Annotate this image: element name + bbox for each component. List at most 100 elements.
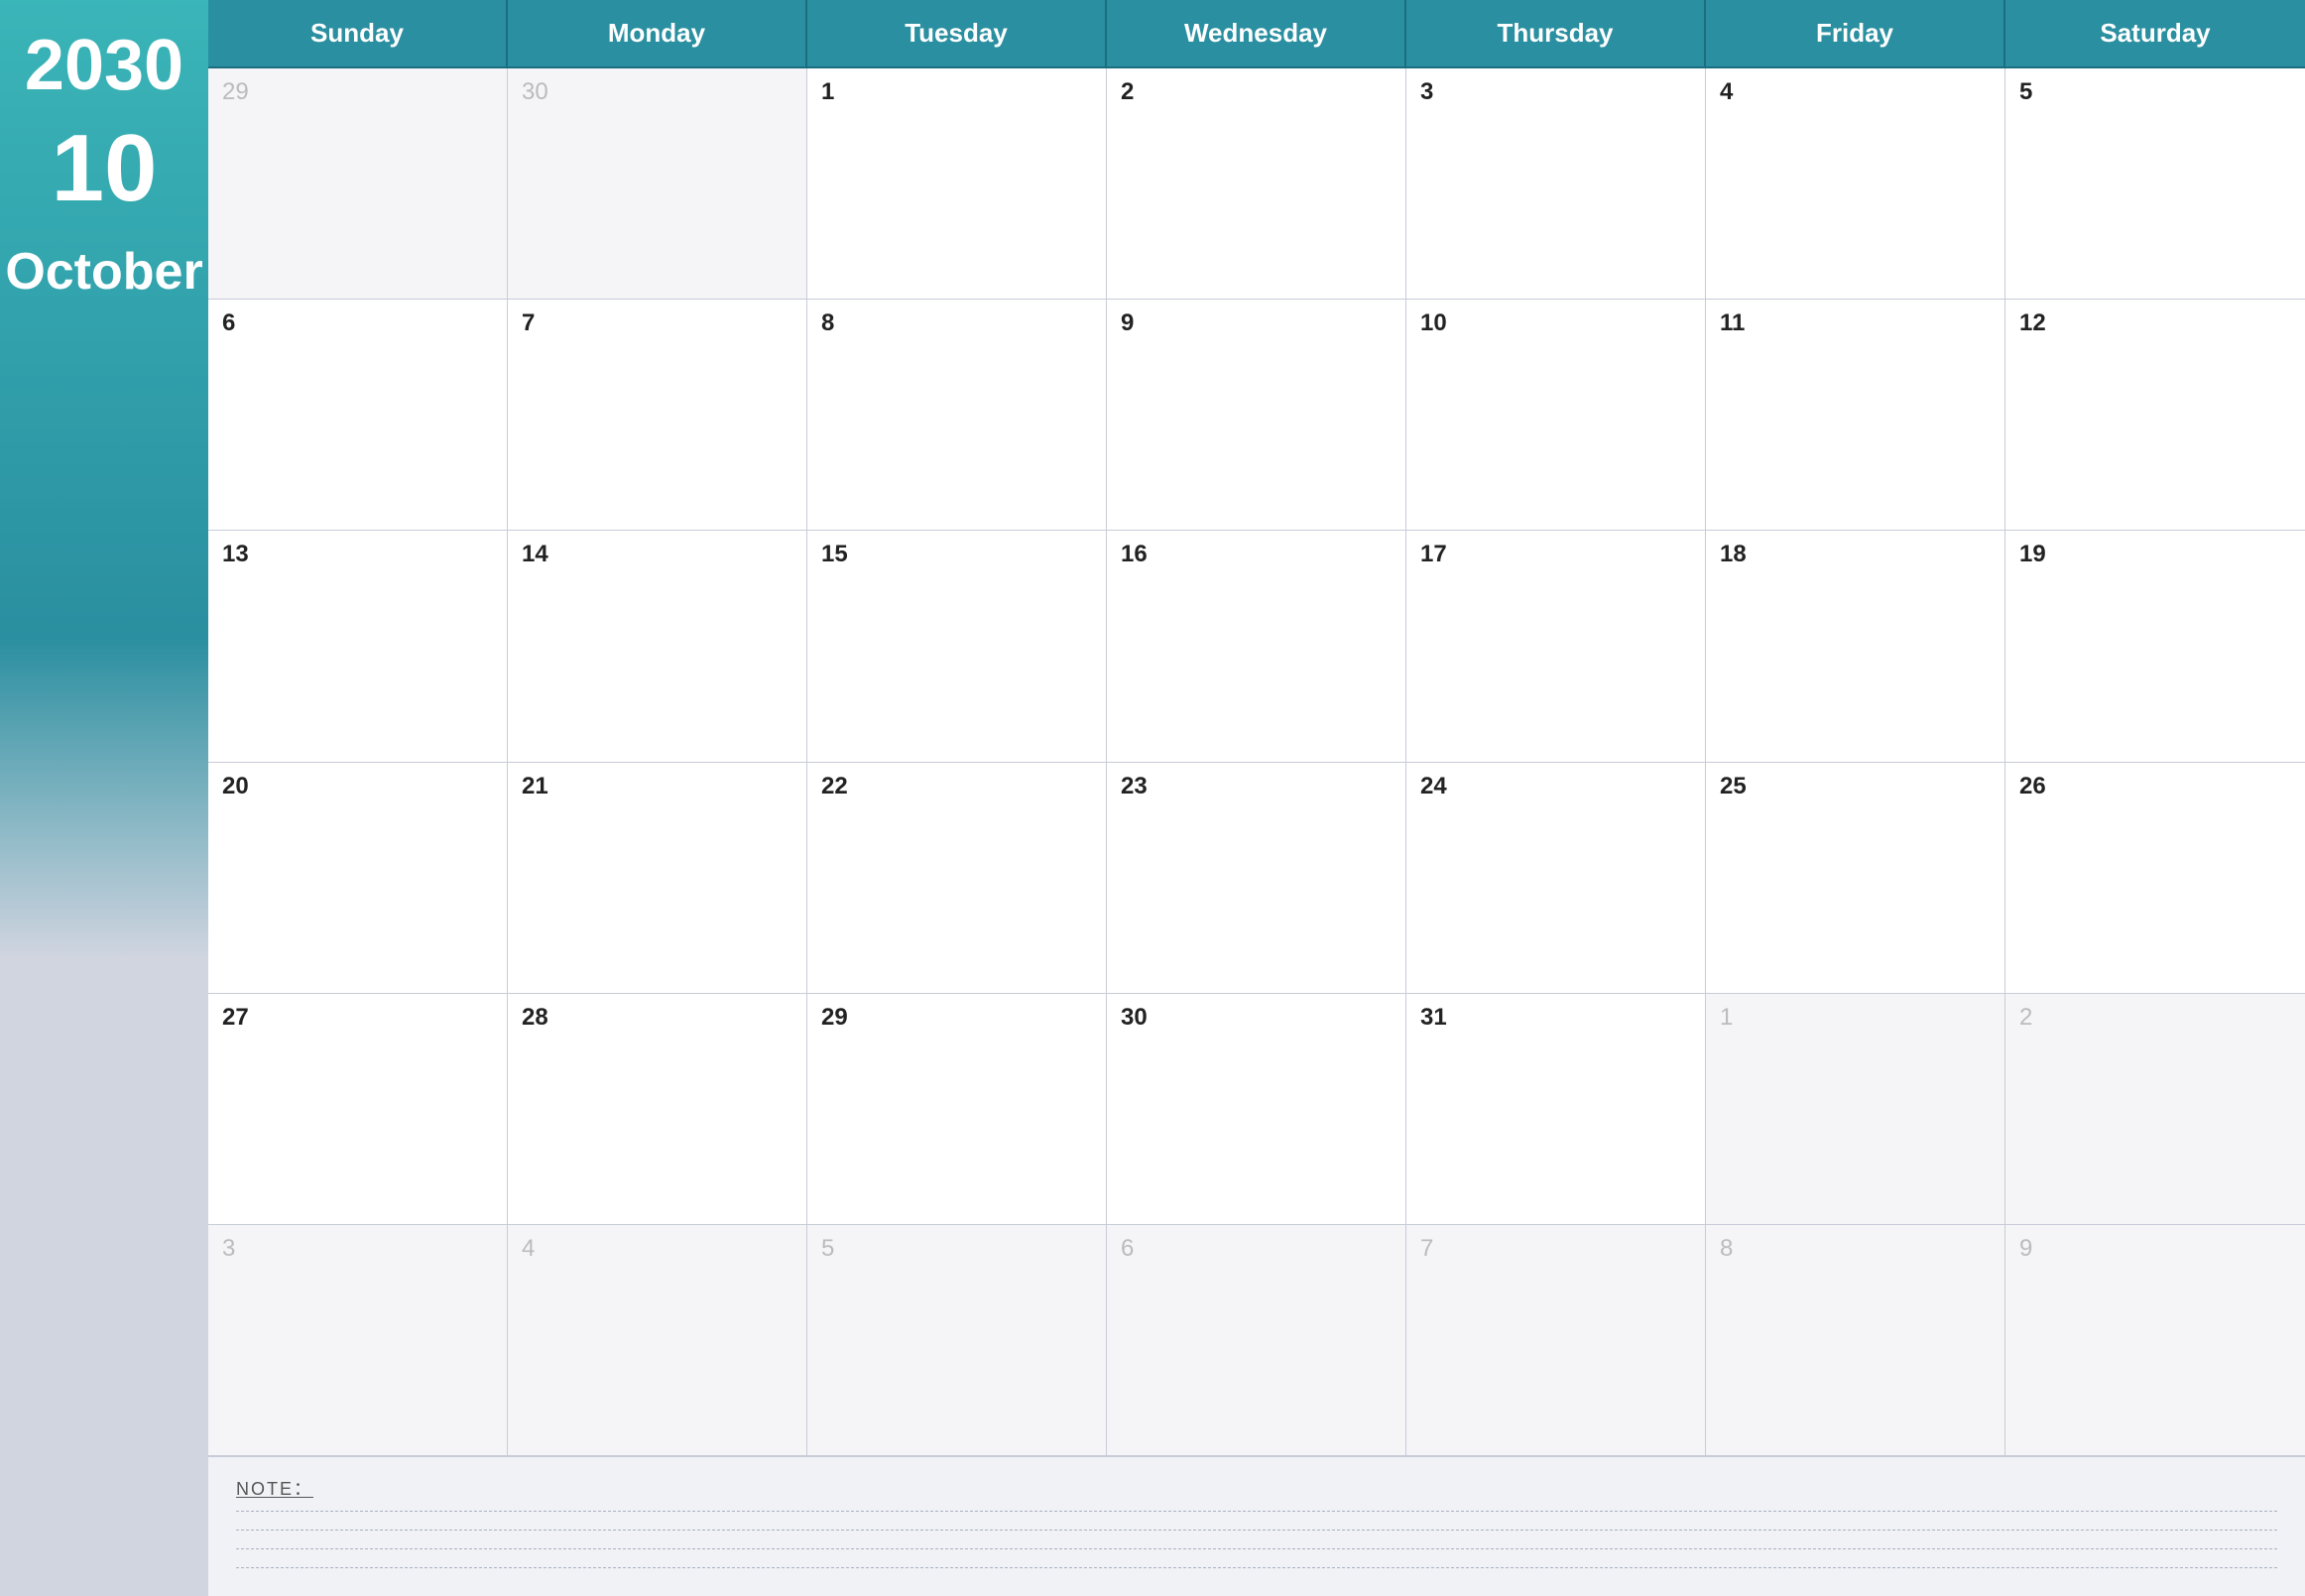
day-number: 3 bbox=[222, 1235, 235, 1262]
day-number: 20 bbox=[222, 773, 249, 799]
day-cell: 10 bbox=[1406, 300, 1706, 531]
day-cell: 3 bbox=[1406, 68, 1706, 300]
day-cell: 4 bbox=[508, 1225, 807, 1456]
header-cell-sunday: Sunday bbox=[208, 0, 508, 68]
day-cell: 8 bbox=[807, 300, 1107, 531]
day-cell: 30 bbox=[1107, 994, 1406, 1225]
day-cell: 17 bbox=[1406, 531, 1706, 762]
day-number: 7 bbox=[522, 309, 535, 336]
day-cell: 4 bbox=[1706, 68, 2005, 300]
note-line bbox=[236, 1511, 2277, 1512]
day-number: 22 bbox=[821, 773, 848, 799]
day-number: 23 bbox=[1121, 773, 1148, 799]
header-cell-wednesday: Wednesday bbox=[1107, 0, 1406, 68]
day-number: 18 bbox=[1720, 541, 1747, 567]
day-number: 4 bbox=[522, 1235, 535, 1262]
day-cell: 22 bbox=[807, 763, 1107, 994]
year-label: 2030 bbox=[25, 30, 183, 101]
note-line bbox=[236, 1548, 2277, 1549]
day-number: 25 bbox=[1720, 773, 1747, 799]
day-cell: 5 bbox=[2005, 68, 2305, 300]
day-number: 5 bbox=[821, 1235, 834, 1262]
day-number: 16 bbox=[1121, 541, 1148, 567]
day-cell: 16 bbox=[1107, 531, 1406, 762]
day-cell: 23 bbox=[1107, 763, 1406, 994]
day-cell: 9 bbox=[2005, 1225, 2305, 1456]
calendar-header: SundayMondayTuesdayWednesdayThursdayFrid… bbox=[208, 0, 2305, 68]
day-cell: 19 bbox=[2005, 531, 2305, 762]
day-number: 28 bbox=[522, 1004, 548, 1031]
day-number: 7 bbox=[1420, 1235, 1433, 1262]
day-number: 14 bbox=[522, 541, 548, 567]
day-number: 30 bbox=[522, 78, 548, 105]
day-cell: 27 bbox=[208, 994, 508, 1225]
day-number: 27 bbox=[222, 1004, 249, 1031]
day-cell: 24 bbox=[1406, 763, 1706, 994]
day-cell: 6 bbox=[208, 300, 508, 531]
day-number: 15 bbox=[821, 541, 848, 567]
day-cell: 14 bbox=[508, 531, 807, 762]
header-cell-monday: Monday bbox=[508, 0, 807, 68]
day-cell: 2 bbox=[1107, 68, 1406, 300]
day-cell: 29 bbox=[807, 994, 1107, 1225]
day-number: 2 bbox=[2019, 1004, 2032, 1031]
sidebar: 2030 10 October bbox=[0, 0, 208, 1596]
day-number: 21 bbox=[522, 773, 548, 799]
day-number: 11 bbox=[1720, 309, 1745, 336]
note-line bbox=[236, 1567, 2277, 1568]
day-cell: 8 bbox=[1706, 1225, 2005, 1456]
header-cell-thursday: Thursday bbox=[1406, 0, 1706, 68]
day-number: 1 bbox=[821, 78, 834, 105]
day-number: 1 bbox=[1720, 1004, 1733, 1031]
header-cell-saturday: Saturday bbox=[2005, 0, 2305, 68]
day-number: 3 bbox=[1420, 78, 1433, 105]
header-cell-friday: Friday bbox=[1706, 0, 2005, 68]
month-name-label: October bbox=[5, 246, 202, 298]
day-cell: 13 bbox=[208, 531, 508, 762]
day-number: 5 bbox=[2019, 78, 2032, 105]
day-number: 4 bbox=[1720, 78, 1733, 105]
day-number: 26 bbox=[2019, 773, 2046, 799]
calendar-area: SundayMondayTuesdayWednesdayThursdayFrid… bbox=[208, 0, 2305, 1596]
day-cell: 29 bbox=[208, 68, 508, 300]
days-grid: 2930123456789101112131415161718192021222… bbox=[208, 68, 2305, 1456]
day-cell: 7 bbox=[1406, 1225, 1706, 1456]
day-cell: 11 bbox=[1706, 300, 2005, 531]
day-cell: 3 bbox=[208, 1225, 508, 1456]
day-number: 24 bbox=[1420, 773, 1447, 799]
header-cell-tuesday: Tuesday bbox=[807, 0, 1107, 68]
day-number: 29 bbox=[222, 78, 249, 105]
day-number: 8 bbox=[821, 309, 834, 336]
day-number: 9 bbox=[1121, 309, 1134, 336]
day-number: 9 bbox=[2019, 1235, 2032, 1262]
note-line bbox=[236, 1530, 2277, 1531]
day-cell: 25 bbox=[1706, 763, 2005, 994]
day-cell: 1 bbox=[1706, 994, 2005, 1225]
day-number: 19 bbox=[2019, 541, 2046, 567]
day-number: 2 bbox=[1121, 78, 1134, 105]
day-cell: 28 bbox=[508, 994, 807, 1225]
day-number: 17 bbox=[1420, 541, 1447, 567]
day-cell: 30 bbox=[508, 68, 807, 300]
day-number: 8 bbox=[1720, 1235, 1733, 1262]
day-cell: 26 bbox=[2005, 763, 2305, 994]
day-number: 30 bbox=[1121, 1004, 1148, 1031]
calendar-grid: SundayMondayTuesdayWednesdayThursdayFrid… bbox=[208, 0, 2305, 1456]
day-number: 13 bbox=[222, 541, 249, 567]
day-cell: 15 bbox=[807, 531, 1107, 762]
day-cell: 6 bbox=[1107, 1225, 1406, 1456]
day-number: 6 bbox=[222, 309, 235, 336]
day-number: 6 bbox=[1121, 1235, 1134, 1262]
note-label: NOTE： bbox=[236, 1475, 2277, 1501]
day-cell: 5 bbox=[807, 1225, 1107, 1456]
day-number: 12 bbox=[2019, 309, 2046, 336]
day-cell: 1 bbox=[807, 68, 1107, 300]
notes-section: NOTE： bbox=[208, 1456, 2305, 1596]
day-cell: 2 bbox=[2005, 994, 2305, 1225]
day-number: 10 bbox=[1420, 309, 1447, 336]
day-number: 29 bbox=[821, 1004, 848, 1031]
day-cell: 18 bbox=[1706, 531, 2005, 762]
day-cell: 9 bbox=[1107, 300, 1406, 531]
day-cell: 20 bbox=[208, 763, 508, 994]
day-number: 31 bbox=[1420, 1004, 1447, 1031]
